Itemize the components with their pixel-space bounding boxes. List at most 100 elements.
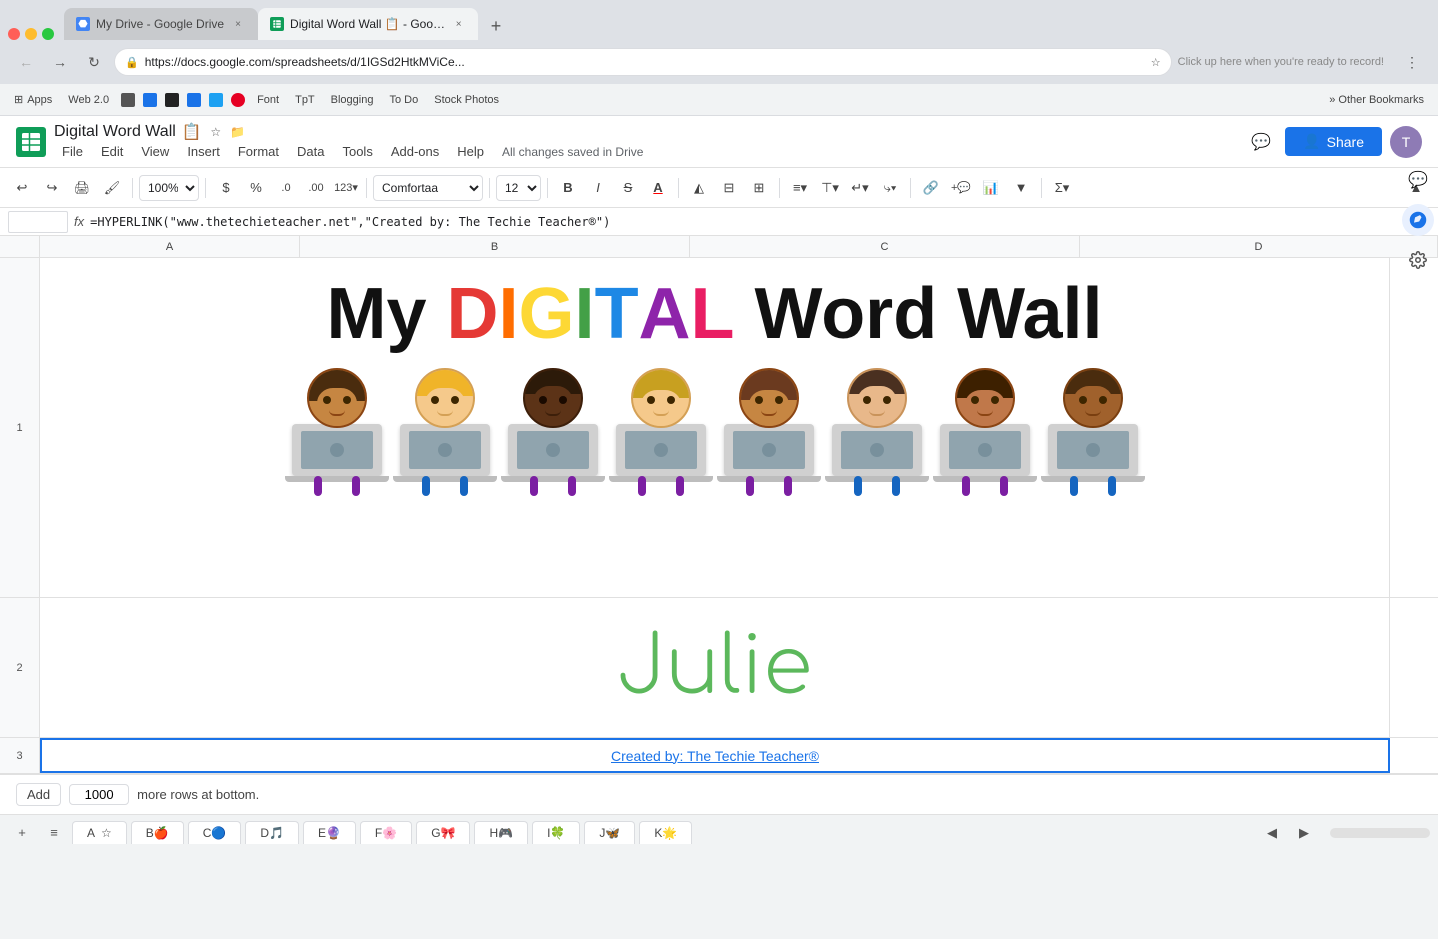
- menu-format[interactable]: Format: [230, 142, 287, 161]
- sheet-tab-b[interactable]: B🍎: [131, 821, 184, 844]
- bookmark-todo[interactable]: To Do: [383, 92, 424, 108]
- col-header-a[interactable]: A: [40, 236, 300, 257]
- row-num-1[interactable]: 1: [0, 258, 40, 597]
- font-select[interactable]: Comfortaa Arial Times New Roman: [373, 175, 483, 201]
- rotate-button[interactable]: ⤷▾: [876, 174, 904, 202]
- reload-button[interactable]: ↻: [80, 48, 108, 76]
- bold-button[interactable]: B: [554, 174, 582, 202]
- share-button[interactable]: 👤 Share: [1285, 127, 1382, 156]
- created-by-link[interactable]: Created by: The Techie Teacher®: [611, 748, 819, 764]
- sheet-tab-d[interactable]: D🎵: [245, 821, 299, 844]
- row-num-2[interactable]: 2: [0, 598, 40, 737]
- col-header-c[interactable]: C: [690, 236, 1080, 257]
- tab-drive[interactable]: My Drive - Google Drive ×: [64, 8, 258, 40]
- sidebar-explore-icon[interactable]: [1402, 204, 1434, 236]
- sheet-tab-f[interactable]: F🌸: [360, 821, 412, 844]
- horizontal-scrollbar[interactable]: [1330, 828, 1430, 838]
- chart-button[interactable]: 📊: [977, 174, 1005, 202]
- sheet-tab-k[interactable]: K🌟: [639, 821, 692, 844]
- paint-format-button[interactable]: 🖌: [98, 174, 126, 202]
- menu-data[interactable]: Data: [289, 142, 332, 161]
- window-maximize[interactable]: [42, 28, 54, 40]
- text-color-button[interactable]: A: [644, 174, 672, 202]
- undo-button[interactable]: ↩: [8, 174, 36, 202]
- merge-button[interactable]: ⊞: [745, 174, 773, 202]
- percent-button[interactable]: %: [242, 174, 270, 202]
- sheet-tab-h[interactable]: H🎮: [474, 821, 528, 844]
- window-close[interactable]: [8, 28, 20, 40]
- zoom-select[interactable]: 100% 75% 125%: [139, 175, 199, 201]
- sidebar-chat-icon[interactable]: 💬: [1402, 164, 1434, 196]
- bookmark-apps[interactable]: ⊞ Apps: [8, 91, 58, 108]
- strikethrough-button[interactable]: S: [614, 174, 642, 202]
- align-button[interactable]: ≡▾: [786, 174, 814, 202]
- tab-sheets-close[interactable]: ×: [451, 16, 466, 32]
- sheet-tab-c[interactable]: C🔵: [188, 821, 242, 844]
- user-avatar[interactable]: T: [1390, 126, 1422, 158]
- sheet-tab-j[interactable]: J🦋: [584, 821, 635, 844]
- link-button[interactable]: 🔗: [917, 174, 945, 202]
- bookmark-stockphotos[interactable]: Stock Photos: [428, 92, 505, 108]
- forward-button[interactable]: →: [46, 48, 74, 76]
- rows-count-input[interactable]: [69, 784, 129, 805]
- row-num-3[interactable]: 3: [0, 738, 40, 773]
- menu-file[interactable]: File: [54, 142, 91, 161]
- star-icon[interactable]: ☆: [208, 124, 224, 140]
- borders-button[interactable]: ⊟: [715, 174, 743, 202]
- comment-button[interactable]: 💬: [1245, 126, 1277, 158]
- more-formats-button[interactable]: 123▾: [332, 174, 360, 202]
- add-sheet-button[interactable]: +: [8, 819, 36, 847]
- bookmark-blogging[interactable]: Blogging: [325, 92, 380, 108]
- menu-addons[interactable]: Add-ons: [383, 142, 447, 161]
- currency-button[interactable]: $: [212, 174, 240, 202]
- fill-color-button[interactable]: ◭: [685, 174, 713, 202]
- merged-cell-row3[interactable]: Created by: The Techie Teacher®: [40, 738, 1390, 773]
- decrease-decimal-button[interactable]: .0: [272, 174, 300, 202]
- wrap-button[interactable]: ↵▾: [846, 174, 874, 202]
- functions-button[interactable]: Σ▾: [1048, 174, 1076, 202]
- back-button[interactable]: ←: [12, 48, 40, 76]
- merged-cell-row1[interactable]: My DIGITAL Word Wall: [40, 258, 1390, 597]
- menu-edit[interactable]: Edit: [93, 142, 131, 161]
- doc-title[interactable]: Digital Word Wall: [54, 123, 176, 141]
- formula-content[interactable]: =HYPERLINK("www.thetechieteacher.net","C…: [90, 215, 1430, 229]
- valign-button[interactable]: ⊤▾: [816, 174, 844, 202]
- sheet-tab-a[interactable]: A ☆: [72, 821, 127, 844]
- sheet-tab-g[interactable]: G🎀: [416, 821, 470, 844]
- bookmark-web20[interactable]: Web 2.0: [62, 92, 115, 108]
- menu-tools[interactable]: Tools: [334, 142, 380, 161]
- bookmark-tpt[interactable]: TpT: [289, 92, 321, 108]
- add-rows-button[interactable]: Add: [16, 783, 61, 806]
- menu-help[interactable]: Help: [449, 142, 492, 161]
- menu-view[interactable]: View: [133, 142, 177, 161]
- merged-cell-row2[interactable]: Julie: [40, 598, 1390, 737]
- bookmark-star-icon[interactable]: ☆: [1151, 56, 1161, 69]
- menu-insert[interactable]: Insert: [179, 142, 228, 161]
- add-comment-button[interactable]: +💬: [947, 174, 975, 202]
- scroll-sheets-left[interactable]: ◀: [1258, 819, 1286, 847]
- redo-button[interactable]: ↪: [38, 174, 66, 202]
- spreadsheet-rows: 1 My DIGITAL Word Wall: [0, 258, 1438, 774]
- window-minimize[interactable]: [25, 28, 37, 40]
- filter-button[interactable]: ▼: [1007, 174, 1035, 202]
- address-bar[interactable]: 🔒 https://docs.google.com/spreadsheets/d…: [114, 48, 1172, 76]
- cell-name-box[interactable]: [8, 211, 68, 233]
- scroll-sheets-right[interactable]: ▶: [1290, 819, 1318, 847]
- tab-drive-close[interactable]: ×: [230, 16, 246, 32]
- bookmark-other[interactable]: » Other Bookmarks: [1323, 92, 1430, 108]
- sheet-tab-i[interactable]: I🍀: [532, 821, 580, 844]
- col-header-b[interactable]: B: [300, 236, 690, 257]
- italic-button[interactable]: I: [584, 174, 612, 202]
- bookmark-font[interactable]: Font: [251, 92, 285, 108]
- sheet-tab-e[interactable]: E🔮: [303, 821, 356, 844]
- extensions-icon[interactable]: ⋮: [1398, 48, 1426, 76]
- col-header-d[interactable]: D: [1080, 236, 1438, 257]
- increase-decimal-button[interactable]: .00: [302, 174, 330, 202]
- font-size-select[interactable]: 12 10 14 18: [496, 175, 541, 201]
- tab-sheets[interactable]: Digital Word Wall 📋 - Google... ×: [258, 8, 478, 40]
- folder-icon[interactable]: 📁: [230, 124, 246, 140]
- new-tab-button[interactable]: +: [482, 12, 510, 40]
- print-button[interactable]: 🖨: [68, 174, 96, 202]
- sheet-list-button[interactable]: ≡: [40, 819, 68, 847]
- sidebar-settings-icon[interactable]: [1402, 244, 1434, 276]
